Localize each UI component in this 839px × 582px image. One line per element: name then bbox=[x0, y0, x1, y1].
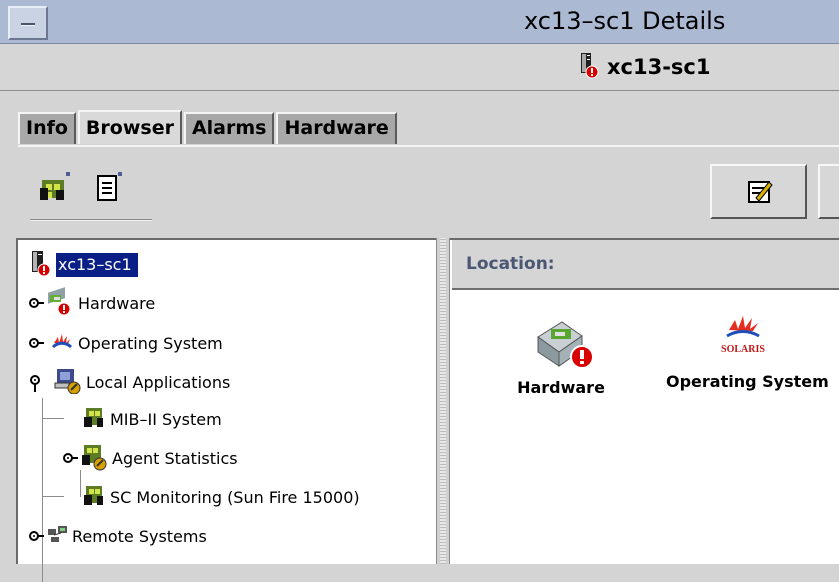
tab-info[interactable]: Info bbox=[18, 112, 76, 144]
edit-button[interactable] bbox=[710, 164, 807, 219]
collapse-icon[interactable] bbox=[28, 374, 44, 392]
hardware-alarm-large-icon bbox=[526, 312, 596, 374]
module-icon bbox=[82, 405, 106, 433]
tab-bar: Info Browser Alarms Hardware bbox=[18, 110, 399, 146]
host-header: xc13-sc1 bbox=[577, 52, 711, 82]
solaris-logo-text: SOLARIS bbox=[721, 344, 765, 355]
tree-connector bbox=[42, 418, 64, 419]
second-button-partial[interactable] bbox=[818, 164, 839, 219]
tree-item-operating-system[interactable]: Operating System bbox=[28, 329, 223, 357]
minimize-dash-icon bbox=[21, 23, 35, 26]
solaris-logo-icon: SOLARIS bbox=[708, 312, 778, 356]
content-item-label: Hardware bbox=[517, 378, 605, 397]
tree-root-label[interactable]: xc13–sc1 bbox=[56, 253, 138, 277]
expand-icon[interactable] bbox=[28, 528, 44, 544]
tree-item-label: Remote Systems bbox=[72, 526, 207, 546]
tools-menu-icon[interactable] bbox=[38, 170, 72, 210]
panel-splitter[interactable] bbox=[436, 238, 450, 564]
document-menu-icon[interactable] bbox=[92, 170, 124, 210]
tree-item-label: Agent Statistics bbox=[112, 448, 238, 468]
server-alarm-icon bbox=[28, 249, 56, 281]
module-warning-icon bbox=[78, 441, 108, 475]
tree-item-label: Hardware bbox=[78, 293, 156, 313]
content-item-hardware[interactable]: Hardware bbox=[511, 312, 611, 397]
host-name-label: xc13-sc1 bbox=[607, 55, 711, 79]
location-bar: Location: bbox=[452, 240, 839, 290]
tree-item-remote-systems[interactable]: Remote Systems bbox=[28, 522, 207, 550]
remote-systems-icon bbox=[46, 523, 70, 549]
window-menu-button[interactable] bbox=[8, 6, 48, 40]
location-label: Location: bbox=[466, 254, 555, 274]
host-server-alarm-icon bbox=[577, 51, 601, 83]
host-header-bar bbox=[0, 45, 839, 91]
local-applications-icon bbox=[52, 366, 82, 398]
tree-item-hardware[interactable]: Hardware bbox=[28, 287, 156, 319]
expand-icon[interactable] bbox=[28, 335, 44, 351]
hardware-alarm-icon bbox=[44, 287, 74, 319]
toolbar-separator bbox=[30, 219, 152, 221]
tab-browser[interactable]: Browser bbox=[77, 110, 182, 144]
window-title: xc13–sc1 Details bbox=[524, 7, 726, 35]
expand-icon[interactable] bbox=[28, 295, 44, 311]
edit-pencil-icon bbox=[748, 181, 773, 203]
tree-item-local-applications[interactable]: Local Applications bbox=[28, 368, 230, 396]
tab-alarms[interactable]: Alarms bbox=[183, 112, 275, 144]
tab-hardware[interactable]: Hardware bbox=[276, 112, 397, 144]
content-item-label: Operating System bbox=[666, 372, 829, 391]
tree-item-label: MIB–II System bbox=[110, 409, 222, 429]
solaris-icon bbox=[50, 329, 74, 357]
tree-root-row[interactable]: xc13–sc1 bbox=[28, 251, 138, 279]
splitter-grip bbox=[440, 238, 446, 564]
tree-item-label: Operating System bbox=[78, 333, 223, 353]
tree-item-label: SC Monitoring (Sun Fire 15000) bbox=[110, 487, 360, 507]
tree-item-mib-ii-system[interactable]: MIB–II System bbox=[82, 405, 222, 433]
tree-connector bbox=[42, 398, 43, 582]
window-titlebar: xc13–sc1 Details bbox=[0, 0, 839, 44]
tree-panel bbox=[16, 238, 436, 564]
tree-item-sc-monitoring[interactable]: SC Monitoring (Sun Fire 15000) bbox=[82, 483, 360, 511]
tree-connector bbox=[42, 496, 64, 497]
tree-item-label: Local Applications bbox=[86, 372, 231, 392]
module-icon bbox=[82, 483, 106, 511]
expand-icon[interactable] bbox=[62, 450, 78, 466]
tree-item-agent-statistics[interactable]: Agent Statistics bbox=[62, 444, 238, 472]
tab-underline bbox=[18, 145, 839, 147]
